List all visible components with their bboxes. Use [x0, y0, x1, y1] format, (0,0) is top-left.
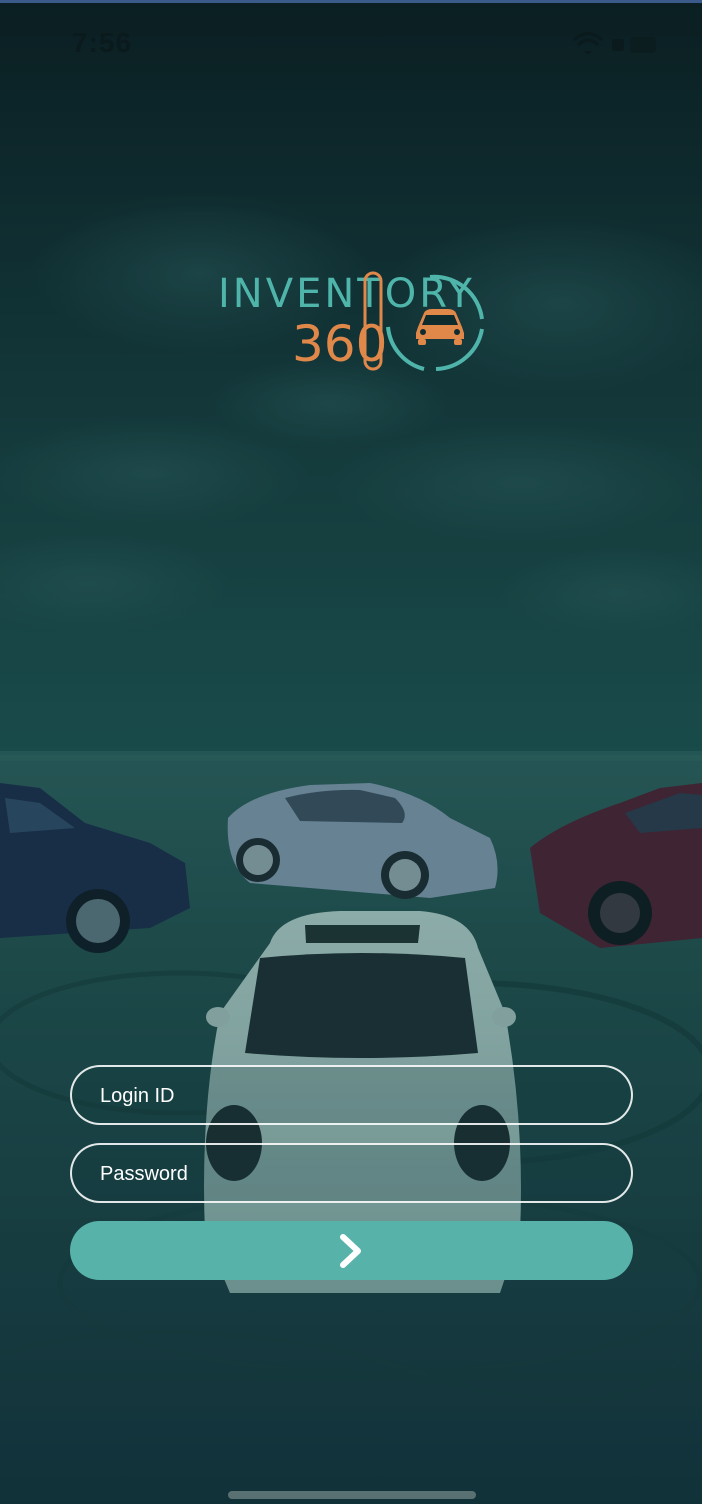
logo-car-target-icon [363, 271, 484, 371]
login-screen: 7:56 INVENTORY 360 [0, 0, 702, 1504]
app-logo: INVENTORY 360 [210, 265, 500, 380]
password-field[interactable] [70, 1143, 633, 1203]
wifi-icon [572, 32, 604, 55]
login-submit-button[interactable] [70, 1221, 633, 1280]
status-icons [572, 32, 656, 55]
status-time: 7:56 [72, 27, 133, 58]
login-id-field[interactable] [70, 1065, 633, 1125]
login-id-input[interactable] [98, 1067, 602, 1125]
chevron-right-icon [340, 1234, 361, 1268]
status-bar: 7:56 [0, 23, 702, 67]
password-input[interactable] [98, 1145, 602, 1203]
battery-icon [612, 37, 656, 53]
home-indicator [228, 1491, 476, 1499]
